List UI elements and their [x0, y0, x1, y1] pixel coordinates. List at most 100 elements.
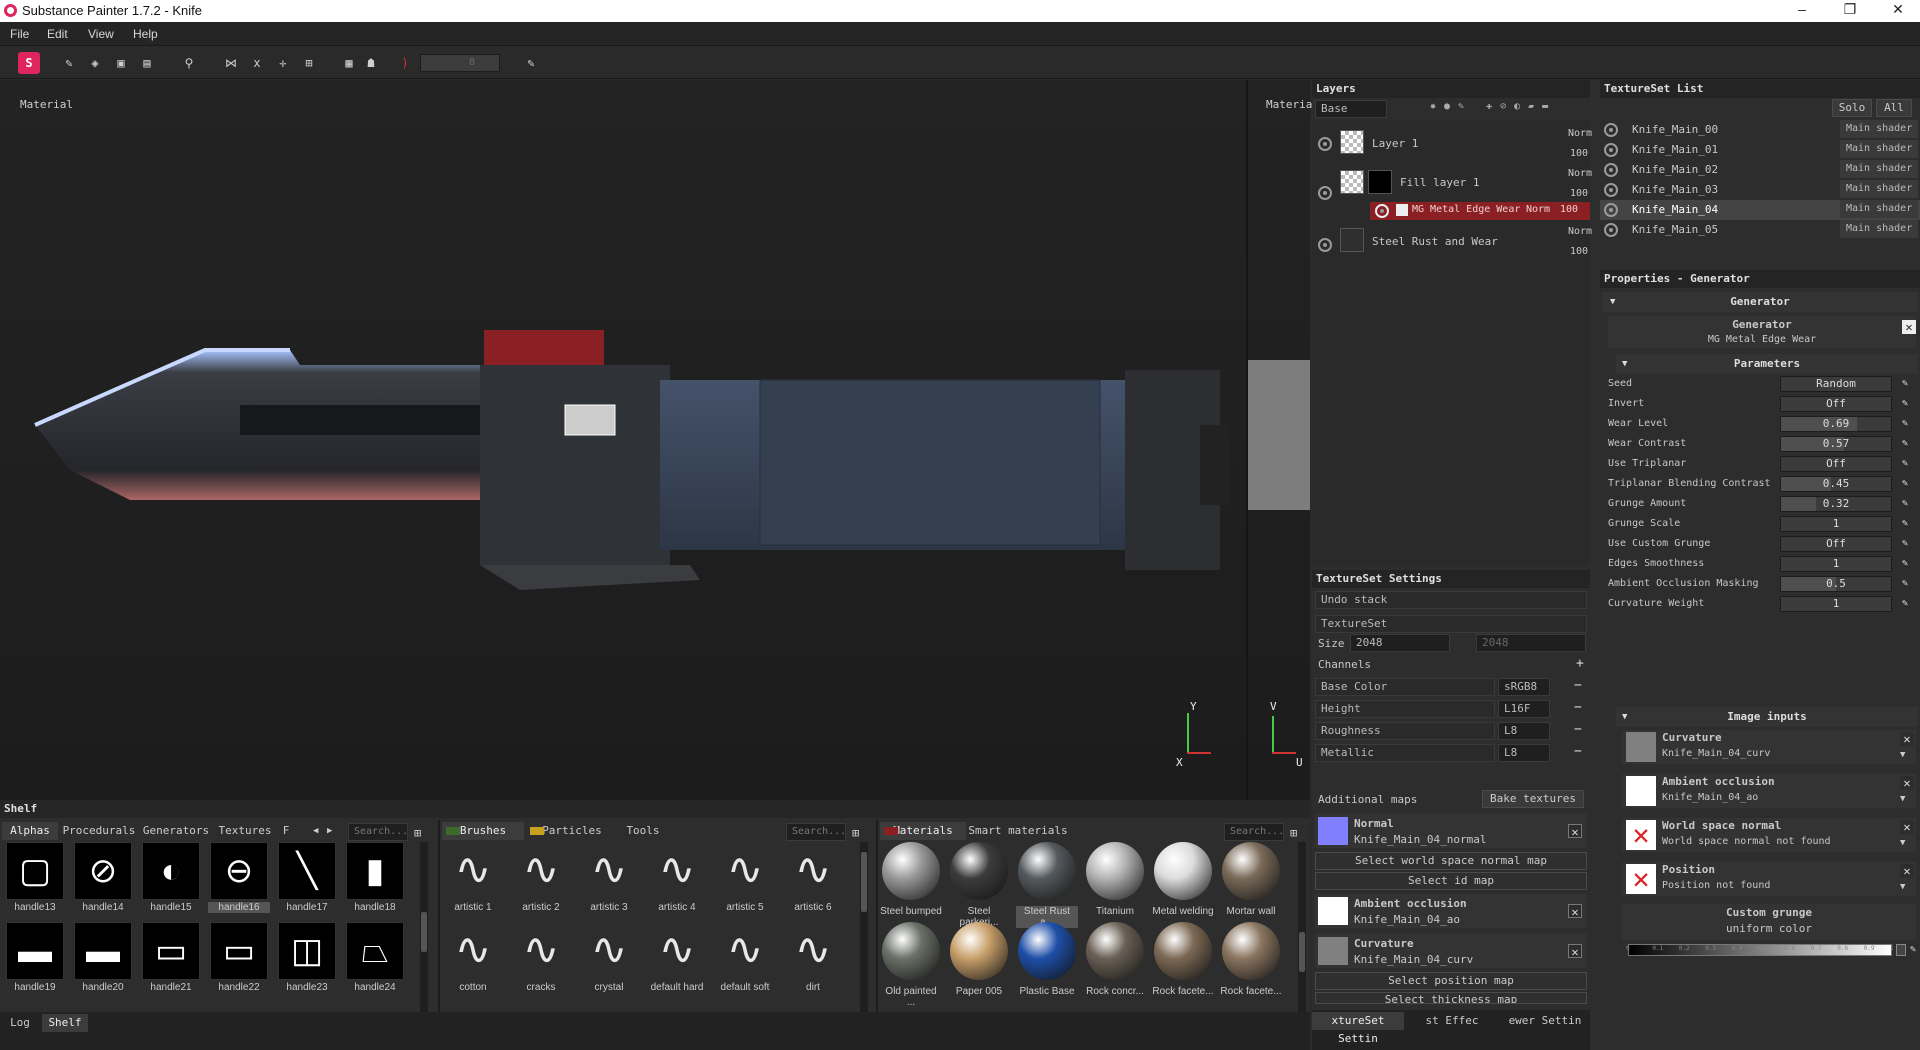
brush-item[interactable]: ∿ cotton [442, 922, 504, 993]
param-value[interactable]: 0.45 [1780, 476, 1892, 492]
substance-logo-icon[interactable]: S [18, 52, 40, 74]
brush-item[interactable]: ∿ artistic 2 [510, 842, 572, 913]
tab-textureset-settings[interactable]: xtureSet Settin [1312, 1012, 1404, 1045]
shader-select[interactable]: Main shader [1840, 140, 1918, 158]
select-id-button[interactable]: Select id map [1315, 872, 1587, 890]
channel-format[interactable]: L8 [1498, 744, 1550, 762]
effect-visibility-icon[interactable] [1375, 204, 1389, 218]
param-value[interactable]: 0.5 [1780, 576, 1892, 592]
alpha-item[interactable]: ▬ handle20 [72, 922, 134, 993]
material-item[interactable]: Mortar wall [1220, 842, 1282, 917]
image-inputs-section[interactable]: Image inputs [1616, 707, 1918, 727]
material-item[interactable]: Old painted ... [880, 922, 942, 1008]
collapse-arrow-icon[interactable]: ▼ [1622, 712, 1627, 722]
shader-select[interactable]: Main shader [1840, 220, 1918, 238]
size-select-2[interactable]: 2048 [1476, 634, 1586, 652]
shader-select[interactable]: Main shader [1840, 180, 1918, 198]
brush-item[interactable]: ∿ default soft [714, 922, 776, 993]
textureset-name[interactable]: Knife_Main_05 [1632, 223, 1718, 236]
layer-opacity[interactable]: 100 [1570, 246, 1588, 257]
3d-viewport[interactable]: Material Materia Y X V U [0, 80, 1312, 800]
channel-select[interactable]: Base Color [1315, 100, 1387, 131]
size-slider[interactable]: 8 [420, 54, 500, 72]
brush-item[interactable]: ∿ cracks [510, 922, 572, 993]
undo-stack-field[interactable]: Undo stack [1315, 591, 1587, 609]
param-edit-icon[interactable]: ✎ [1902, 598, 1914, 610]
alpha-item[interactable]: ▭ handle21 [140, 922, 202, 993]
brushes-scrollbar[interactable] [860, 842, 868, 1014]
brush-item[interactable]: ∿ crystal [578, 922, 640, 993]
mirror-y-icon[interactable]: ✛ [274, 54, 292, 72]
param-value[interactable]: 0.69 [1780, 416, 1892, 432]
material-item[interactable]: Paper 005 [948, 922, 1010, 997]
textureset-visibility-icon[interactable] [1604, 183, 1618, 197]
size-select[interactable]: 2048 [1350, 634, 1450, 652]
textureset-visibility-icon[interactable] [1604, 143, 1618, 157]
param-edit-icon[interactable]: ✎ [1902, 538, 1914, 550]
material-item[interactable]: Rock facete... [1152, 922, 1214, 997]
shelf-tab[interactable]: Procedurals [60, 822, 138, 840]
grid-view-icon[interactable]: ⊞ [1290, 826, 1297, 840]
param-value[interactable]: 1 [1780, 516, 1892, 532]
param-edit-icon[interactable]: ✎ [1902, 498, 1914, 510]
add-channel-icon[interactable]: + [1576, 656, 1584, 671]
shader-select[interactable]: Main shader [1840, 160, 1918, 178]
param-edit-icon[interactable]: ✎ [1902, 478, 1914, 490]
input-dropdown-icon[interactable]: ▼ [1900, 750, 1905, 760]
alphas-scrollbar[interactable] [420, 842, 428, 1014]
clear-input-icon[interactable]: ✕ [1900, 820, 1914, 834]
shelf-tab[interactable]: Generators [140, 822, 212, 840]
param-value[interactable]: Off [1780, 456, 1892, 472]
material-item[interactable]: Titanium [1084, 842, 1146, 917]
clear-input-icon[interactable]: ✕ [1900, 776, 1914, 790]
shader-select[interactable]: Main shader [1840, 200, 1918, 218]
polygon-fill-icon[interactable]: ▤ [138, 54, 156, 72]
remove-channel-icon[interactable]: − [1574, 744, 1582, 759]
textureset-visibility-icon[interactable] [1604, 203, 1618, 217]
tab-post-effects[interactable]: st Effec [1407, 1012, 1497, 1030]
tab-shelf[interactable]: Shelf [42, 1014, 88, 1032]
grid-view-icon[interactable]: ⊞ [852, 826, 859, 840]
alpha-item[interactable]: ⊖ handle16 [208, 842, 270, 913]
minimize-button[interactable]: – [1782, 1, 1822, 17]
alpha-item[interactable]: ⏢ handle24 [344, 922, 406, 993]
collapse-arrow-icon[interactable]: ▼ [1610, 297, 1615, 307]
ramp-edit-icon[interactable]: ✎ [1910, 944, 1920, 956]
alpha-item[interactable]: ▮ handle18 [344, 842, 406, 913]
clear-map-icon[interactable]: ✕ [1568, 824, 1582, 839]
grid-icon[interactable]: ⊞ [300, 54, 318, 72]
textureset-visibility-icon[interactable] [1604, 223, 1618, 237]
select-position-button[interactable]: Select position map [1315, 972, 1587, 990]
eraser-icon[interactable]: ◈ [86, 54, 104, 72]
param-value[interactable]: Off [1780, 536, 1892, 552]
alpha-item[interactable]: ▢ handle13 [4, 842, 66, 913]
shelf-tab[interactable]: Tools [620, 822, 666, 840]
camera-icon[interactable]: ▦ [340, 54, 358, 72]
input-dropdown-icon[interactable]: ▼ [1900, 794, 1905, 804]
shelf-search-input[interactable]: Search... [348, 823, 408, 841]
channel-format[interactable]: L8 [1498, 722, 1550, 740]
select-thickness-button[interactable]: Select thickness map [1315, 992, 1587, 1004]
generator-section[interactable]: Generator [1602, 292, 1918, 312]
material-search-input[interactable]: Search... [1224, 823, 1284, 841]
menu-view[interactable]: View [88, 27, 114, 41]
projection-icon[interactable]: ▣ [112, 54, 130, 72]
bake-textures-button[interactable]: Bake textures [1482, 790, 1584, 808]
shelf-tab[interactable]: Alphas [2, 822, 58, 840]
layer-visibility-icon[interactable] [1318, 186, 1332, 200]
mirror-x-icon[interactable]: x [248, 54, 266, 72]
menu-file[interactable]: File [10, 27, 29, 41]
param-value[interactable]: 0.32 [1780, 496, 1892, 512]
layer-blend[interactable]: Norm [1568, 226, 1592, 237]
material-item[interactable]: Steel parkeri... [948, 842, 1010, 928]
layer-blend[interactable]: Norm [1568, 128, 1592, 139]
param-edit-icon[interactable]: ✎ [1902, 558, 1914, 570]
input-dropdown-icon[interactable]: ▼ [1900, 838, 1905, 848]
param-edit-icon[interactable]: ✎ [1902, 518, 1914, 530]
maximize-button[interactable]: ❐ [1830, 1, 1870, 18]
textureset-visibility-icon[interactable] [1604, 123, 1618, 137]
remove-channel-icon[interactable]: − [1574, 700, 1582, 715]
brush-item[interactable]: ∿ artistic 4 [646, 842, 708, 913]
paint-brush-icon[interactable]: ✎ [60, 54, 78, 72]
param-edit-icon[interactable]: ✎ [1902, 418, 1914, 430]
